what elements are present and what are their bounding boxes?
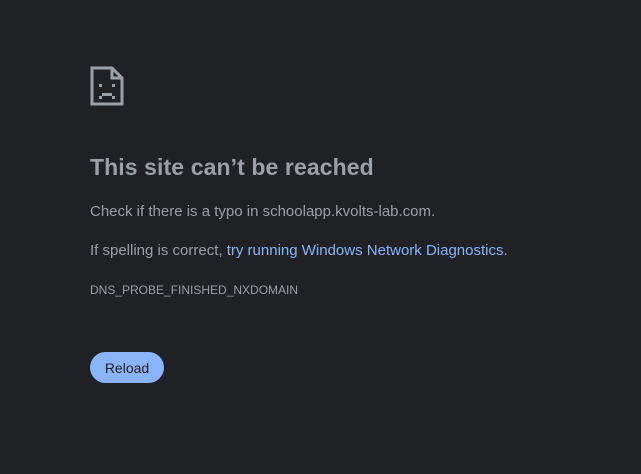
typo-hint-suffix: .: [431, 203, 436, 220]
spelling-hint-suffix: .: [503, 242, 508, 259]
typo-hint-prefix: Check if there is a typo in: [90, 203, 263, 220]
network-diagnostics-link[interactable]: try running Windows Network Diagnostics: [227, 242, 504, 259]
domain-name: schoolapp.kvolts-lab.com: [262, 203, 432, 220]
typo-hint: Check if there is a typo in schoolapp.kv…: [90, 203, 435, 220]
sad-page-icon: [90, 66, 124, 106]
error-code: DNS_PROBE_FINISHED_NXDOMAIN: [90, 283, 299, 297]
reload-button[interactable]: Reload: [90, 352, 164, 383]
page-title: This site can’t be reached: [90, 154, 374, 180]
spelling-hint-prefix: If spelling is correct,: [90, 242, 227, 259]
spelling-hint: If spelling is correct, try running Wind…: [90, 242, 508, 259]
